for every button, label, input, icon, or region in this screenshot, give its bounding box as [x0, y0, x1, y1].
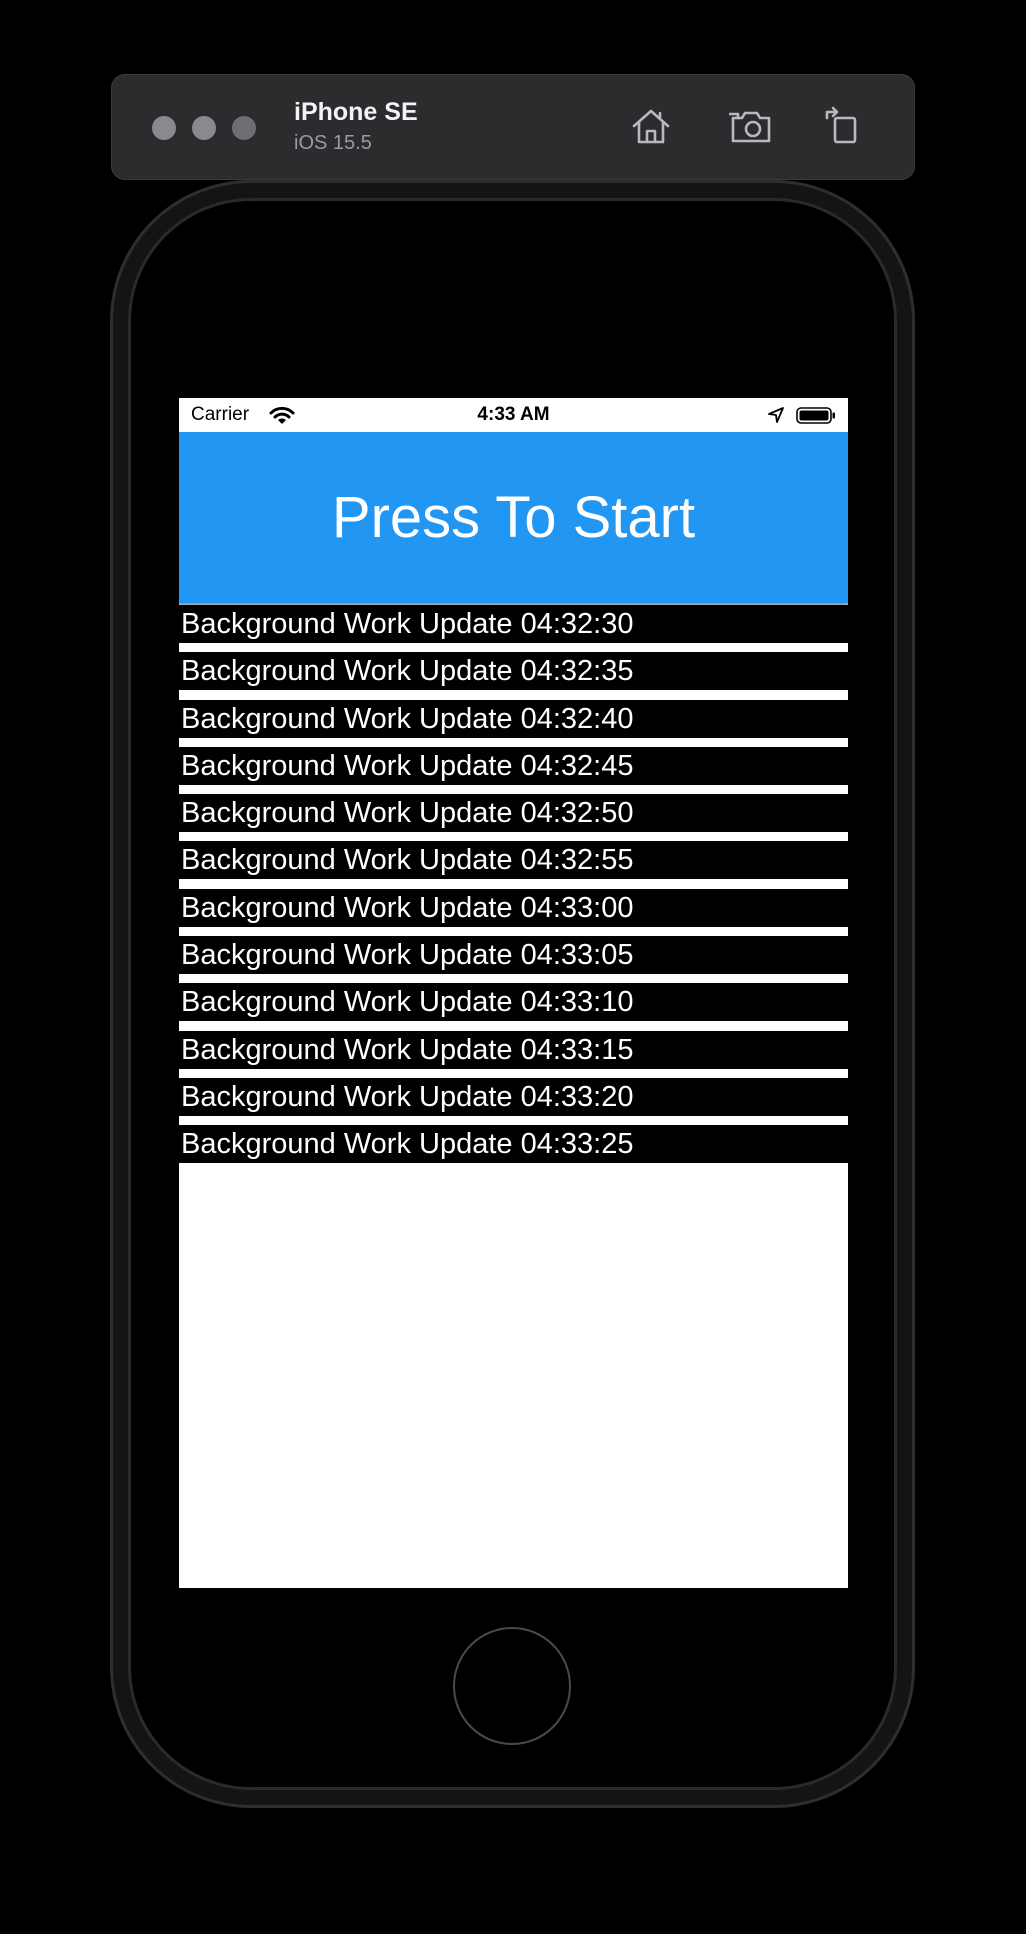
update-list: Background Work Update 04:32:30 Backgroun…	[179, 605, 848, 1164]
list-item[interactable]: Background Work Update 04:32:30	[179, 605, 848, 643]
list-item[interactable]: Background Work Update 04:32:50	[179, 794, 848, 833]
battery-icon	[796, 407, 836, 424]
rotate-icon[interactable]	[821, 104, 865, 148]
home-icon[interactable]	[629, 104, 673, 148]
list-item[interactable]: Background Work Update 04:33:05	[179, 936, 848, 975]
list-item[interactable]: Background Work Update 04:33:15	[179, 1030, 848, 1069]
list-item[interactable]: Background Work Update 04:33:25	[179, 1125, 848, 1164]
minimize-window-button[interactable]	[192, 116, 216, 140]
app-screen: Carrier 4:33 AM Press To Start Backgroun…	[179, 398, 848, 1588]
list-item[interactable]: Background Work Update 04:32:45	[179, 746, 848, 785]
list-item[interactable]: Background Work Update 04:32:40	[179, 699, 848, 738]
start-button-label: Press To Start	[331, 485, 696, 550]
list-item[interactable]: Background Work Update 04:32:55	[179, 841, 848, 880]
power-button	[895, 538, 903, 653]
device-os-version: iOS 15.5	[294, 132, 372, 154]
status-bar: Carrier 4:33 AM	[179, 398, 848, 432]
location-arrow-icon	[767, 406, 785, 424]
list-item[interactable]: Background Work Update 04:33:20	[179, 1077, 848, 1116]
volume-down-button	[123, 682, 131, 797]
mute-switch	[123, 405, 131, 467]
screenshot-icon[interactable]	[729, 104, 773, 148]
home-button[interactable]	[453, 1627, 571, 1745]
list-item[interactable]: Background Work Update 04:32:35	[179, 652, 848, 691]
status-clock: 4:33 AM	[477, 404, 550, 425]
device-name: iPhone SE	[294, 98, 418, 126]
zoom-window-button[interactable]	[232, 116, 256, 140]
simulator-window: iPhone SE iOS 15.5 Carrier 4:33 AM Press…	[0, 0, 1026, 1934]
list-item[interactable]: Background Work Update 04:33:00	[179, 888, 848, 927]
list-item[interactable]: Background Work Update 04:33:10	[179, 983, 848, 1022]
volume-up-button	[123, 538, 131, 653]
start-button[interactable]: Press To Start	[179, 432, 848, 603]
close-window-button[interactable]	[152, 116, 176, 140]
